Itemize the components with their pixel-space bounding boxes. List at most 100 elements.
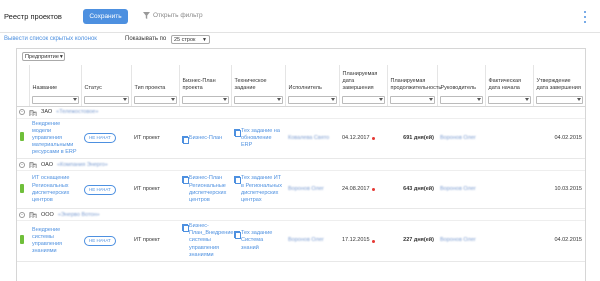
business-plan-link[interactable]: Бизнес-План [182, 135, 228, 144]
tech-task-label: Тех задание Система знаний [241, 230, 273, 251]
filter-row [17, 94, 585, 107]
executor[interactable]: Воронов Олег [288, 186, 324, 192]
group-row[interactable]: - ОАО «Компания Энерго» [17, 158, 585, 172]
column-filter-select[interactable] [181, 95, 229, 104]
group-row[interactable]: - ООО «Энерво Вотон» [17, 208, 585, 222]
tech-task-link[interactable]: Тех задание на обновление ERP [234, 128, 282, 149]
group-org-name: «Энерво Вотон» [57, 211, 100, 218]
column-header[interactable]: Бизнес-План проекта [178, 65, 231, 94]
projects-grid: Предприятие ▼ Название Статус Тип проект… [16, 48, 586, 281]
column-header-select [17, 65, 29, 94]
executor[interactable]: Ковалева Свято [288, 135, 329, 141]
manager[interactable]: Воронов Олег [440, 186, 476, 192]
open-filter-button[interactable]: Открыть фильтр [143, 12, 203, 19]
building-icon [29, 109, 37, 116]
group-org-type: ЗАО [41, 109, 53, 115]
column-filter-select[interactable] [287, 95, 337, 104]
column-filter-select[interactable] [389, 95, 435, 104]
approved-end-date: 04.02.2015 [533, 220, 585, 262]
plan-end-value: 04.12.2017 [342, 134, 370, 141]
save-button[interactable]: Сохранить [83, 9, 128, 24]
filter-icon [143, 12, 150, 19]
top-bar: Реестр проектов Сохранить Открыть фильтр [0, 0, 600, 33]
group-org-type: ООО [41, 211, 54, 218]
column-header[interactable]: Руководитель [436, 65, 485, 94]
document-icon [234, 176, 241, 185]
tech-task-link[interactable]: Тех задание Система знаний [234, 230, 282, 251]
column-filter-select[interactable] [31, 95, 79, 104]
planned-duration: 691 дня(ей) [387, 118, 437, 160]
column-filter-select[interactable] [487, 95, 531, 104]
document-icon [234, 128, 241, 137]
business-plan-link[interactable]: Бизнес-План Региональные диспетчерских ц… [182, 175, 228, 204]
column-filter-select[interactable] [233, 95, 283, 104]
overdue-dot-icon [371, 136, 375, 140]
document-icon [182, 176, 189, 185]
status-badge: НЕ НАЧАТ [84, 236, 116, 246]
building-icon [29, 162, 37, 169]
project-name-link[interactable]: ИТ оснащение Региональных диспетчерских … [32, 175, 69, 202]
executor[interactable]: Воронов Олег [288, 237, 324, 243]
plan-end-value: 17.12.2015 [342, 237, 370, 244]
column-header[interactable]: Фактическая дата начала [484, 65, 533, 94]
column-header[interactable]: Техническое задание [230, 65, 285, 94]
chevron-down-icon: ▼ [202, 36, 207, 43]
group-row[interactable]: - ЗАО «Тележостовое» [17, 106, 585, 119]
overdue-dot-icon [371, 188, 375, 192]
company-filter-value: Предприятие [25, 53, 59, 60]
tech-task-label: Тех задание ИТ в Региональных диспетчерс… [241, 175, 282, 203]
column-header[interactable]: Планируемая дата завершения [338, 65, 387, 94]
table-row[interactable]: Внедрение модели управления материальным… [17, 118, 585, 160]
more-menu-icon[interactable] [583, 11, 587, 23]
tech-task-link[interactable]: Тех задание ИТ в Региональных диспетчерс… [234, 175, 282, 204]
tech-task-label: Тех задание на обновление ERP [241, 127, 280, 148]
project-name-link[interactable]: Внедрение модели управления материальным… [32, 121, 77, 156]
fact-start-date [485, 220, 533, 262]
building-icon [29, 212, 37, 219]
group-org-type: ОАО [41, 161, 53, 168]
column-header[interactable]: Название [28, 65, 81, 94]
table-row[interactable]: Внедрение системы управления знаниями НЕ… [17, 220, 585, 262]
column-header[interactable]: Планируемая продолжительность [386, 65, 441, 94]
status-stripe [20, 183, 24, 193]
column-filter-select[interactable] [133, 95, 177, 104]
project-name-link[interactable]: Внедрение системы управления знаниями [32, 227, 62, 254]
document-icon [182, 135, 189, 144]
group-org-name: «Тележостовое» [56, 109, 99, 115]
column-filter-select[interactable] [341, 95, 385, 104]
table-row[interactable]: ИТ оснащение Региональных диспетчерских … [17, 170, 585, 210]
column-header[interactable]: Тип проекта [130, 65, 179, 94]
collapse-toggle-icon[interactable]: - [19, 161, 25, 168]
fact-start-date [485, 118, 533, 160]
collapse-toggle-icon[interactable]: - [19, 109, 25, 115]
status-badge: НЕ НАЧАТ [84, 184, 116, 195]
collapse-toggle-icon[interactable]: - [19, 211, 25, 218]
column-header[interactable]: Исполнитель [284, 65, 339, 94]
status-badge: НЕ НАЧАТ [84, 133, 116, 144]
business-plan-label: Бизнес-План_Внедрение системы управления… [189, 223, 234, 258]
plan-end-date: 24.08.2017 [342, 186, 384, 193]
column-filter-select[interactable] [83, 95, 129, 104]
column-header[interactable]: Утверждение дата завершения [532, 65, 585, 94]
column-filter-select[interactable] [439, 95, 483, 104]
approved-end-date: 04.02.2015 [533, 118, 585, 160]
planned-duration: 227 дня(ей) [387, 220, 437, 262]
manager[interactable]: Воронов Олег [440, 237, 476, 243]
column-filter-select[interactable] [535, 95, 583, 104]
group-org-name: «Компания Энерго» [56, 161, 108, 168]
header-row: Название Статус Тип проекта Бизнес-План … [17, 65, 585, 94]
manager[interactable]: Воронов Олег [440, 135, 476, 141]
page-size-value: 25 строк [174, 36, 196, 43]
projects-table: Название Статус Тип проекта Бизнес-План … [17, 65, 585, 262]
page-title: Реестр проектов [4, 12, 62, 21]
status-stripe [20, 234, 24, 244]
page-size-select[interactable]: 25 строк ▼ [171, 35, 210, 44]
fact-start-date [485, 170, 533, 210]
hidden-columns-link[interactable]: Вывести список скрытых колонок [4, 36, 97, 42]
company-filter-select[interactable]: Предприятие ▼ [22, 52, 65, 61]
business-plan-link[interactable]: Бизнес-План_Внедрение системы управления… [182, 223, 233, 259]
project-type: ИТ проект [131, 118, 179, 160]
project-type: ИТ проект [131, 170, 179, 210]
planned-duration: 643 дня(ей) [387, 170, 437, 210]
column-header[interactable]: Статус [80, 65, 131, 94]
